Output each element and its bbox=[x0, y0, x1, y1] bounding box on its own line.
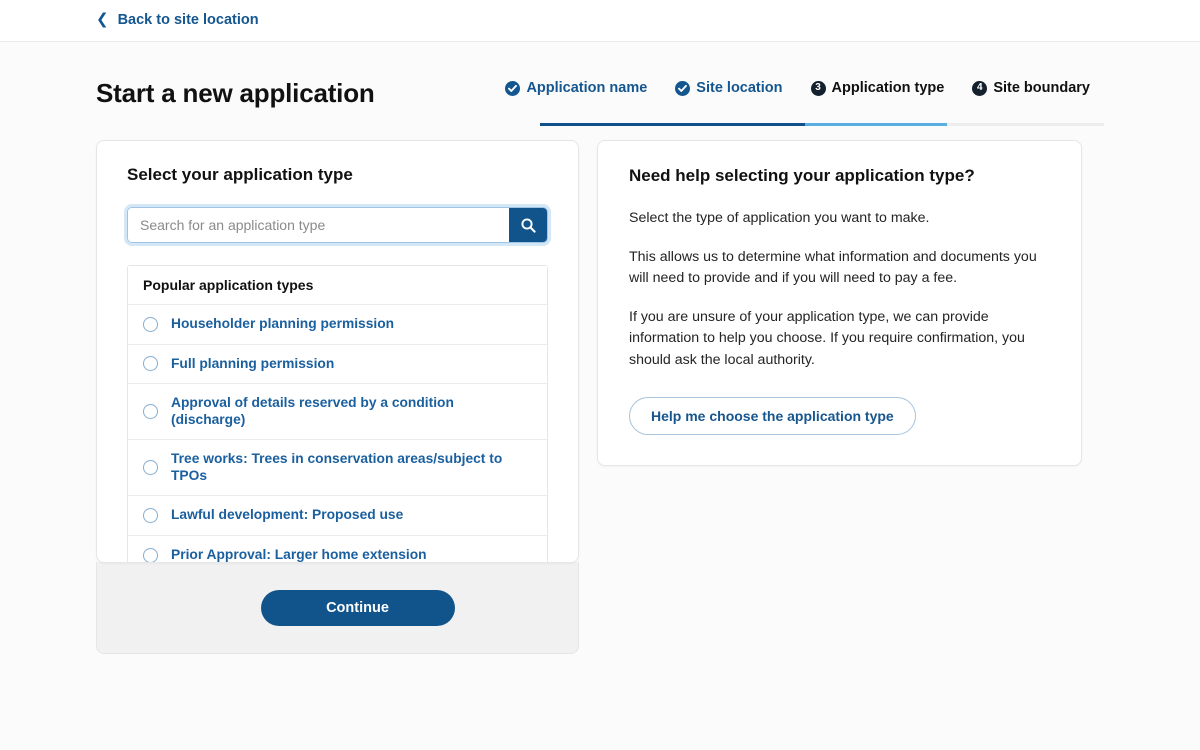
step-application-name[interactable]: Application name bbox=[499, 80, 661, 107]
application-type-results-list: Popular application types Householder pl… bbox=[127, 265, 548, 563]
list-item[interactable]: Full planning permission bbox=[128, 345, 547, 385]
main-content: Select your application type Popular app… bbox=[0, 126, 1200, 654]
step-number-badge: 3 bbox=[811, 81, 826, 96]
page-header: Start a new application Application name… bbox=[0, 42, 1200, 126]
page-title: Start a new application bbox=[96, 66, 375, 109]
radio-icon[interactable] bbox=[143, 356, 158, 371]
step-label: Application name bbox=[526, 80, 647, 96]
step-label: Site location bbox=[696, 80, 782, 96]
radio-icon[interactable] bbox=[143, 508, 158, 523]
search-icon bbox=[520, 217, 537, 234]
list-item-label: Tree works: Trees in conservation areas/… bbox=[171, 451, 532, 484]
step-application-type[interactable]: 3 Application type bbox=[797, 80, 959, 107]
radio-icon[interactable] bbox=[143, 317, 158, 332]
check-circle-icon bbox=[675, 81, 690, 96]
step-site-location[interactable]: Site location bbox=[661, 80, 796, 107]
help-panel: Need help selecting your application typ… bbox=[597, 140, 1082, 466]
top-navigation-bar: ❮ Back to site location bbox=[0, 0, 1200, 42]
help-paragraph: Select the type of application you want … bbox=[629, 208, 1050, 230]
step-label: Site boundary bbox=[993, 80, 1090, 96]
help-me-choose-button[interactable]: Help me choose the application type bbox=[629, 397, 916, 435]
results-group-heading: Popular application types bbox=[128, 266, 547, 305]
select-card-title: Select your application type bbox=[127, 165, 548, 185]
radio-icon[interactable] bbox=[143, 548, 158, 563]
stepper-rule-completed bbox=[540, 123, 805, 126]
step-number-badge: 4 bbox=[972, 81, 987, 96]
back-link-label: Back to site location bbox=[118, 13, 259, 28]
search-field-group bbox=[127, 207, 548, 243]
list-item[interactable]: Tree works: Trees in conservation areas/… bbox=[128, 440, 547, 496]
select-application-type-card: Select your application type Popular app… bbox=[96, 140, 579, 563]
list-item-label: Full planning permission bbox=[171, 356, 334, 373]
stepper-rule-current bbox=[805, 123, 947, 126]
help-card-title: Need help selecting your application typ… bbox=[629, 166, 1050, 186]
radio-icon[interactable] bbox=[143, 460, 158, 475]
list-item[interactable]: Prior Approval: Larger home extension bbox=[128, 536, 547, 563]
stepper-rule-remaining bbox=[947, 123, 1104, 126]
list-item[interactable]: Approval of details reserved by a condit… bbox=[128, 384, 547, 440]
help-paragraph: If you are unsure of your application ty… bbox=[629, 307, 1050, 372]
back-to-site-location-link[interactable]: ❮ Back to site location bbox=[96, 13, 259, 28]
application-type-panel: Select your application type Popular app… bbox=[96, 140, 579, 654]
list-item-label: Householder planning permission bbox=[171, 316, 394, 333]
list-item[interactable]: Lawful development: Proposed use bbox=[128, 496, 547, 536]
help-paragraph: This allows us to determine what informa… bbox=[629, 247, 1050, 290]
card-footer-actions: Continue bbox=[96, 562, 579, 654]
list-item-label: Approval of details reserved by a condit… bbox=[171, 395, 532, 428]
check-circle-icon bbox=[505, 81, 520, 96]
help-card: Need help selecting your application typ… bbox=[597, 140, 1082, 466]
chevron-left-icon: ❮ bbox=[96, 12, 109, 27]
step-label: Application type bbox=[832, 80, 945, 96]
list-item[interactable]: Householder planning permission bbox=[128, 305, 547, 345]
search-button[interactable] bbox=[509, 208, 547, 242]
search-input[interactable] bbox=[128, 208, 509, 242]
list-item-label: Lawful development: Proposed use bbox=[171, 507, 403, 524]
stepper-progress-rule bbox=[540, 123, 1104, 126]
list-item-label: Prior Approval: Larger home extension bbox=[171, 547, 427, 563]
radio-icon[interactable] bbox=[143, 404, 158, 419]
progress-stepper: Application name Site location 3 Applica… bbox=[499, 66, 1104, 107]
step-site-boundary[interactable]: 4 Site boundary bbox=[958, 80, 1104, 107]
continue-button[interactable]: Continue bbox=[261, 590, 455, 626]
